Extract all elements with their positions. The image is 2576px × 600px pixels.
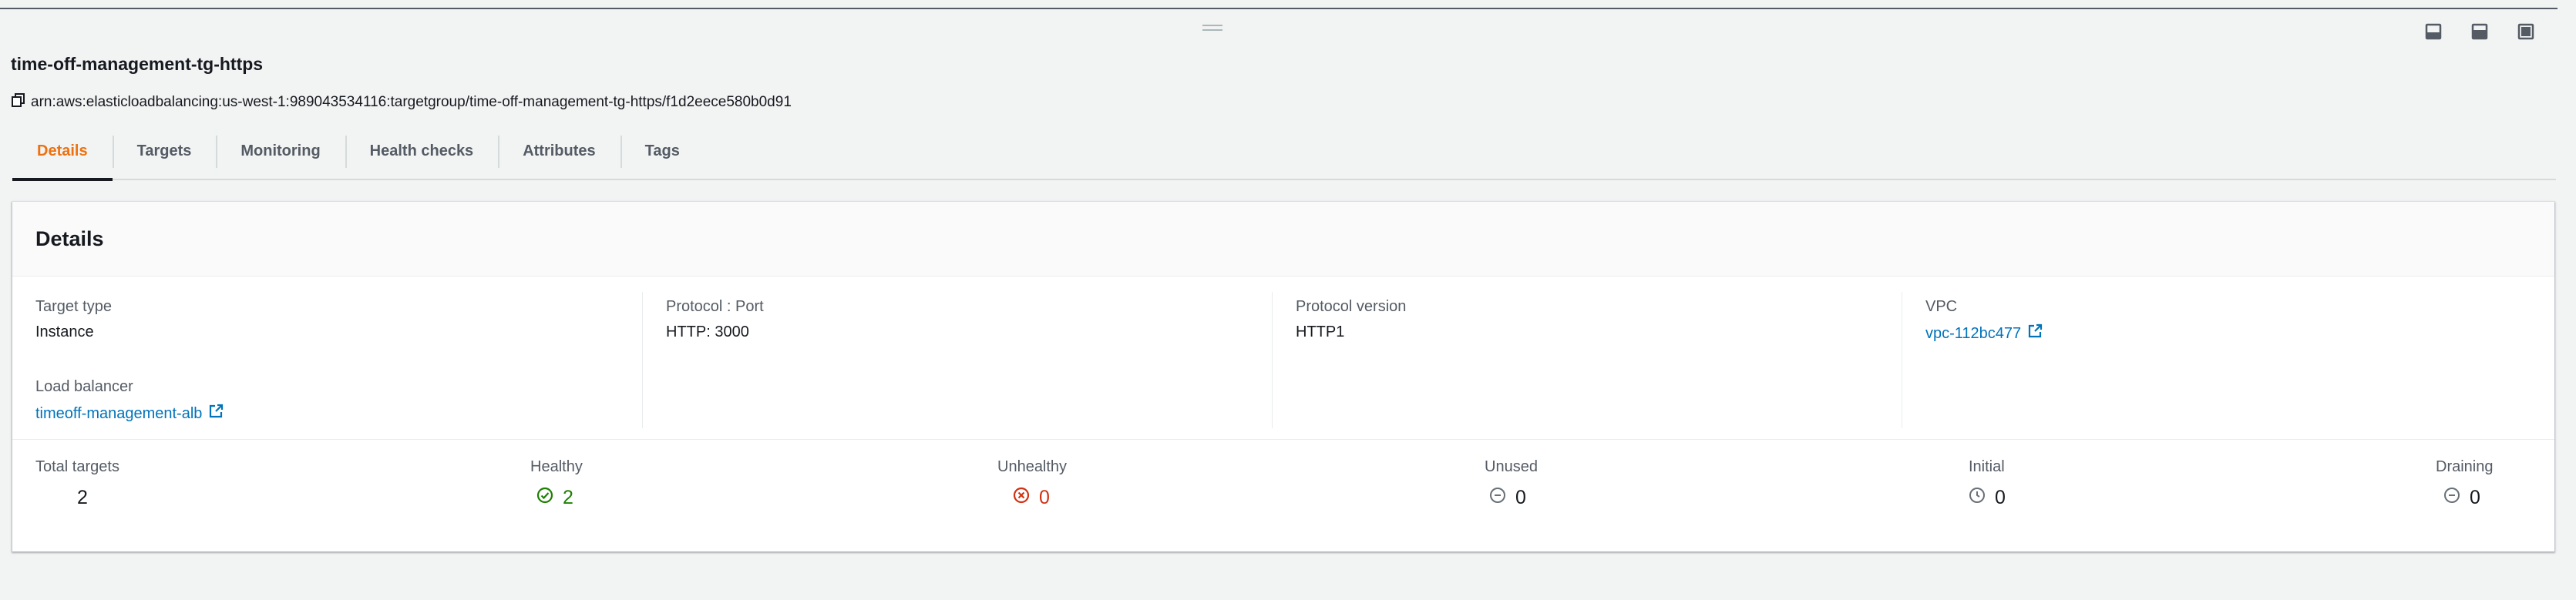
clock-icon — [1969, 487, 1986, 509]
stat-label: Initial — [1969, 458, 2005, 475]
vpc-label: VPC — [1925, 298, 1958, 315]
panel-layout-controls — [2423, 22, 2536, 42]
external-link-icon — [208, 404, 224, 424]
details-grid: Target type Instance Load balancer timeo… — [12, 277, 2554, 440]
stat-value-row: 0 — [2436, 487, 2493, 509]
stat-label: Draining — [2436, 458, 2494, 475]
tab-health-checks[interactable]: Health checks — [345, 123, 499, 179]
tab-monitoring[interactable]: Monitoring — [216, 123, 345, 179]
vpc-value: vpc-112bc477 — [1925, 324, 2022, 342]
arn-text: arn:aws:elasticloadbalancing:us-west-1:9… — [31, 94, 792, 110]
tab-attributes[interactable]: Attributes — [498, 123, 620, 179]
stopped-icon — [2443, 487, 2460, 509]
stat-value: 0 — [1515, 487, 1526, 508]
success-check-icon — [536, 487, 553, 509]
load-balancer-value: timeoff-management-alb — [35, 404, 203, 422]
split-bottom-icon[interactable] — [2423, 22, 2443, 42]
copy-icon[interactable] — [11, 92, 26, 112]
stat-unused: Unused 0 — [1485, 458, 1538, 509]
arn-row: arn:aws:elasticloadbalancing:us-west-1:9… — [11, 92, 792, 112]
protocol-version-label: Protocol version — [1296, 298, 1407, 315]
tab-bar: Details Targets Monitoring Health checks… — [12, 123, 2556, 181]
load-balancer-link[interactable]: timeoff-management-alb — [35, 404, 224, 424]
external-link-icon — [2027, 323, 2043, 344]
stat-value-row: 0 — [997, 487, 1067, 509]
stat-label: Healthy — [530, 458, 583, 475]
load-balancer-label: Load balancer — [35, 378, 133, 395]
details-column-3: Protocol version HTTP1 — [1272, 292, 1902, 428]
stat-value: 0 — [2470, 487, 2480, 508]
protocol-port-label: Protocol : Port — [666, 298, 764, 315]
stat-unhealthy: Unhealthy 0 — [997, 458, 1067, 509]
details-column-2: Protocol : Port HTTP: 3000 — [642, 292, 1273, 428]
stat-total-targets: Total targets 2 — [35, 458, 119, 509]
resize-handle[interactable] — [1202, 25, 1222, 34]
protocol-version-value: HTTP1 — [1296, 323, 1345, 340]
stat-value: 0 — [1995, 487, 2006, 508]
stat-value-row: 0 — [1485, 487, 1538, 509]
stat-value: 2 — [563, 487, 573, 508]
stat-value-row: 2 — [530, 487, 583, 509]
stat-value: 2 — [77, 487, 88, 508]
tab-details[interactable]: Details — [12, 123, 113, 181]
split-side-icon[interactable] — [2470, 22, 2490, 42]
stat-value: 0 — [1039, 487, 1050, 508]
stat-initial: Initial 0 — [1969, 458, 2006, 509]
details-column-1: Target type Instance Load balancer timeo… — [12, 292, 643, 428]
stat-label: Unused — [1485, 458, 1538, 475]
stat-draining: Draining 0 — [2436, 458, 2493, 509]
vpc-link[interactable]: vpc-112bc477 — [1925, 323, 2043, 344]
details-column-4: VPC vpc-112bc477 — [1902, 292, 2532, 428]
details-card: Details Target type Instance Load balanc… — [12, 202, 2554, 551]
top-divider — [0, 8, 2558, 9]
target-group-title: time-off-management-tg-https — [11, 54, 264, 74]
target-status-summary: Total targets 2 Healthy 2 Unhealthy 0 Un… — [12, 440, 2554, 548]
error-x-icon — [1013, 487, 1030, 509]
protocol-port-value: HTTP: 3000 — [666, 323, 749, 340]
tab-targets[interactable]: Targets — [112, 123, 217, 179]
stat-label: Total targets — [35, 458, 119, 475]
target-type-value: Instance — [35, 323, 94, 340]
target-type-label: Target type — [35, 298, 112, 315]
tab-tags[interactable]: Tags — [620, 123, 705, 179]
stat-value-row: 0 — [1969, 487, 2006, 509]
details-heading: Details — [12, 202, 2554, 277]
fullscreen-icon[interactable] — [2516, 22, 2536, 42]
stat-label: Unhealthy — [997, 458, 1068, 475]
stopped-icon — [1489, 487, 1506, 509]
stat-healthy: Healthy 2 — [530, 458, 583, 509]
